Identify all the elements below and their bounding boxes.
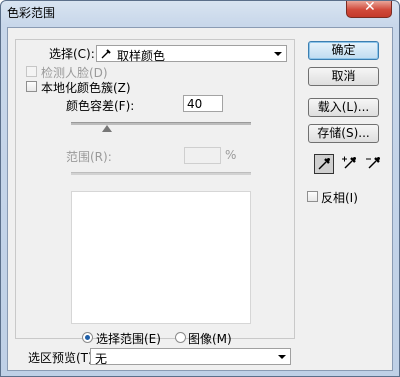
select-label: 选择(C): [49, 47, 95, 61]
selection-radio-label: 选择范围(E) [96, 332, 161, 346]
chevron-down-icon [274, 52, 282, 56]
load-button[interactable]: 载入(L)... [308, 98, 379, 117]
eyedropper-minus-icon[interactable] [365, 154, 385, 174]
fuzziness-slider-thumb[interactable] [102, 125, 112, 132]
range-unit: % [225, 148, 237, 162]
fuzziness-label: 颜色容差(F): [66, 99, 135, 113]
invert-checkbox[interactable] [307, 191, 318, 202]
invert-label: 反相(I) [321, 191, 358, 205]
close-button[interactable]: ✕ [346, 0, 392, 18]
fuzziness-input[interactable]: 40 [183, 95, 223, 112]
window-title: 色彩范围 [7, 6, 56, 20]
ok-button[interactable]: 确定 [308, 41, 379, 60]
eyedropper-icon[interactable] [314, 154, 334, 174]
eyedropper-small-icon [101, 49, 111, 59]
range-slider-track[interactable] [71, 172, 251, 175]
color-range-dialog: 色彩范围 ✕ 选择(C): 取样颜色 检测人脸(D) 本地化颜色簇(Z) 颜色容… [0, 0, 400, 377]
localized-clusters-label: 本地化颜色簇(Z) [41, 81, 131, 95]
selection-preview-label: 选区预览(T): [28, 351, 97, 365]
image-radio-label: 图像(M) [188, 332, 232, 346]
select-dropdown[interactable]: 取样颜色 [96, 45, 287, 63]
chevron-down-icon [278, 355, 286, 359]
close-icon: ✕ [364, 0, 376, 15]
select-value: 取样颜色 [117, 49, 166, 63]
detect-faces-checkbox[interactable] [26, 66, 37, 77]
options-group: 选择(C): 取样颜色 检测人脸(D) 本地化颜色簇(Z) 颜色容差(F): 4… [15, 39, 295, 346]
selection-radio[interactable] [82, 332, 93, 343]
title-bar: 色彩范围 ✕ [1, 0, 399, 25]
save-button[interactable]: 存储(S)... [308, 124, 379, 143]
range-input[interactable] [184, 147, 221, 164]
eyedropper-plus-icon[interactable] [341, 154, 361, 174]
fuzziness-value: 40 [187, 97, 203, 111]
range-label: 范围(R): [66, 150, 112, 164]
selection-preview-dropdown[interactable]: 无 [90, 348, 291, 366]
selection-preview-image [71, 191, 251, 324]
dialog-body: 选择(C): 取样颜色 检测人脸(D) 本地化颜色簇(Z) 颜色容差(F): 4… [7, 27, 393, 371]
fuzziness-slider-track[interactable] [71, 122, 251, 125]
selection-preview-value: 无 [95, 352, 108, 366]
image-radio[interactable] [175, 332, 186, 343]
cancel-button[interactable]: 取消 [308, 67, 379, 86]
localized-clusters-checkbox[interactable] [26, 81, 37, 92]
